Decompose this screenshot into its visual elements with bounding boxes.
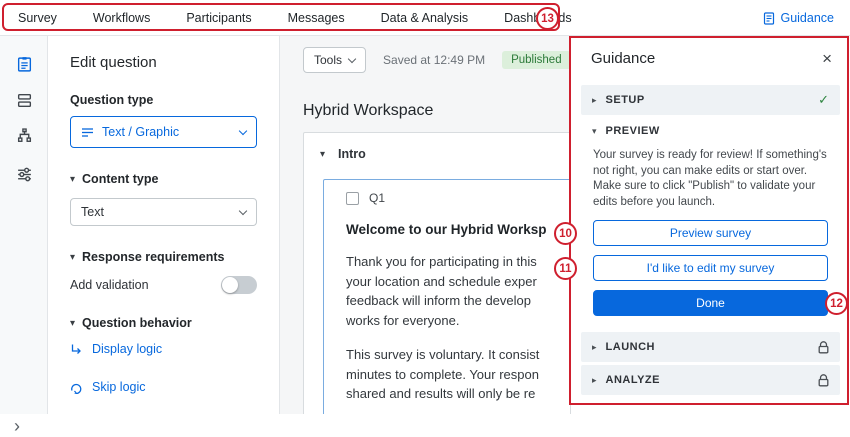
survey-title: Hybrid Workspace xyxy=(303,102,433,120)
question-text-line: Thank you for participating in this xyxy=(346,252,570,272)
lock-icon xyxy=(818,374,829,387)
question-id-label: Q1 xyxy=(369,191,385,205)
editor-toolbar: Tools Saved at 12:49 PM Published xyxy=(303,47,570,73)
nav-item-survey[interactable]: Survey xyxy=(18,11,57,25)
question-text-line: feedback will inform the develop xyxy=(346,291,570,311)
text-graphic-icon xyxy=(81,127,94,138)
nav-item-workflows[interactable]: Workflows xyxy=(93,11,150,25)
guidance-panel: Guidance × ▸ SETUP ✓ ▾ PREVIEW Your surv… xyxy=(570,36,850,414)
chevron-right-icon: ▸ xyxy=(592,95,597,106)
toggle-knob xyxy=(222,277,238,293)
survey-builder-icon[interactable] xyxy=(10,50,38,78)
chevron-down-icon xyxy=(348,54,356,62)
guidance-title: Guidance xyxy=(591,50,655,67)
question-id-row: Q1 xyxy=(346,191,570,205)
add-validation-toggle[interactable] xyxy=(221,276,257,294)
preview-survey-button[interactable]: Preview survey xyxy=(593,220,828,246)
chevron-down-icon: ▾ xyxy=(70,318,75,329)
nav-items: Survey Workflows Participants Messages D… xyxy=(0,11,572,25)
content-type-value: Text xyxy=(81,205,104,219)
guidance-section-launch[interactable]: ▸ LAUNCH xyxy=(581,332,840,362)
content-type-section-header[interactable]: ▾ Content type xyxy=(70,172,257,186)
question-text-line: minutes to complete. Your respon xyxy=(346,365,570,385)
question-text-line: This survey is voluntary. It consist xyxy=(346,345,570,365)
setup-section-label: SETUP xyxy=(606,94,645,106)
question-type-dropdown[interactable]: Text / Graphic xyxy=(70,116,257,148)
chevron-down-icon: ▾ xyxy=(592,126,597,137)
question-heading-text: Welcome to our Hybrid Worksp xyxy=(346,222,570,237)
guidance-body: ▸ SETUP ✓ ▾ PREVIEW Your survey is ready… xyxy=(571,79,850,395)
block-name: Intro xyxy=(338,147,366,161)
display-logic-label: Display logic xyxy=(92,342,162,356)
chevron-down-icon: ▾ xyxy=(70,252,75,263)
published-badge: Published xyxy=(502,51,570,69)
edit-question-panel: Edit question Question type Text / Graph… xyxy=(48,36,280,414)
guidance-lower-sections: ▸ LAUNCH ▸ ANALYZE xyxy=(581,332,840,395)
nav-item-participants[interactable]: Participants xyxy=(186,11,251,25)
question-type-value: Text / Graphic xyxy=(102,125,179,139)
skip-logic-link[interactable]: Skip logic xyxy=(70,380,257,394)
analyze-section-label: ANALYZE xyxy=(606,374,660,386)
launch-section-label: LAUNCH xyxy=(606,341,655,353)
edit-survey-button[interactable]: I'd like to edit my survey xyxy=(593,255,828,281)
survey-flow-icon[interactable] xyxy=(10,86,38,114)
chevron-down-icon xyxy=(239,206,247,214)
guidance-doc-icon xyxy=(763,12,775,25)
nav-item-dashboards[interactable]: Dashboards xyxy=(504,11,571,25)
chevron-down-icon xyxy=(239,126,247,134)
nav-item-data-analysis[interactable]: Data & Analysis xyxy=(381,11,469,25)
guidance-section-analyze[interactable]: ▸ ANALYZE xyxy=(581,365,840,395)
branch-logic-icon[interactable] xyxy=(10,122,38,150)
panel-title: Edit question xyxy=(70,54,257,71)
chevron-right-icon: ▸ xyxy=(592,342,597,353)
question-text-line: works for everyone. xyxy=(346,311,570,331)
skip-logic-icon xyxy=(70,381,83,394)
tools-button[interactable]: Tools xyxy=(303,47,366,73)
done-button[interactable]: Done xyxy=(593,290,828,316)
top-navigation-bar: Survey Workflows Participants Messages D… xyxy=(0,0,850,36)
check-icon: ✓ xyxy=(818,92,829,108)
guidance-section-setup[interactable]: ▸ SETUP ✓ xyxy=(581,85,840,115)
survey-block-card: ▾ Intro Q1 Welcome to our Hybrid Worksp … xyxy=(303,132,570,414)
guidance-buttons: Preview survey I'd like to edit my surve… xyxy=(583,220,838,316)
question-behavior-section-header[interactable]: ▾ Question behavior xyxy=(70,316,257,330)
guidance-header: Guidance × xyxy=(571,36,850,79)
tools-button-label: Tools xyxy=(314,53,342,67)
chevron-right-icon: ▸ xyxy=(592,375,597,386)
preview-section-label: PREVIEW xyxy=(606,125,660,137)
question-type-label: Question type xyxy=(70,93,257,107)
add-validation-row: Add validation xyxy=(70,276,257,294)
skip-logic-label: Skip logic xyxy=(92,380,146,394)
response-requirements-label: Response requirements xyxy=(82,250,224,264)
close-icon[interactable]: × xyxy=(822,52,832,66)
response-requirements-section-header[interactable]: ▾ Response requirements xyxy=(70,250,257,264)
display-logic-icon xyxy=(70,343,83,356)
add-validation-label: Add validation xyxy=(70,278,149,292)
chevron-down-icon: ▾ xyxy=(70,174,75,185)
question-text-line: your location and schedule exper xyxy=(346,272,570,292)
display-logic-link[interactable]: Display logic xyxy=(70,342,257,356)
left-icon-rail: › xyxy=(0,36,48,414)
survey-editor-canvas: Tools Saved at 12:49 PM Published Hybrid… xyxy=(280,36,570,414)
guidance-link-label: Guidance xyxy=(780,11,834,25)
survey-options-icon[interactable] xyxy=(10,160,38,188)
nav-item-messages[interactable]: Messages xyxy=(288,11,345,25)
save-status-text: Saved at 12:49 PM xyxy=(383,53,485,67)
question-text-line: shared and results will only be re xyxy=(346,384,570,404)
content-type-dropdown[interactable]: Text xyxy=(70,198,257,226)
preview-guidance-text: Your survey is ready for review! If some… xyxy=(583,148,838,210)
question-checkbox[interactable] xyxy=(346,192,359,205)
block-header-row[interactable]: ▾ Intro xyxy=(304,133,570,169)
content-type-label: Content type xyxy=(82,172,158,186)
question-paragraph-1: Thank you for participating in this your… xyxy=(346,252,570,330)
question-paragraph-2: This survey is voluntary. It consist min… xyxy=(346,345,570,404)
chevron-down-icon: ▾ xyxy=(320,149,325,160)
question-behavior-label: Question behavior xyxy=(82,316,192,330)
lock-icon xyxy=(818,341,829,354)
guidance-link[interactable]: Guidance xyxy=(763,0,834,36)
question-q1-container[interactable]: Q1 Welcome to our Hybrid Worksp Thank yo… xyxy=(323,179,570,414)
guidance-section-preview[interactable]: ▾ PREVIEW xyxy=(581,118,840,144)
expand-rail-chevron[interactable]: › xyxy=(14,416,20,437)
